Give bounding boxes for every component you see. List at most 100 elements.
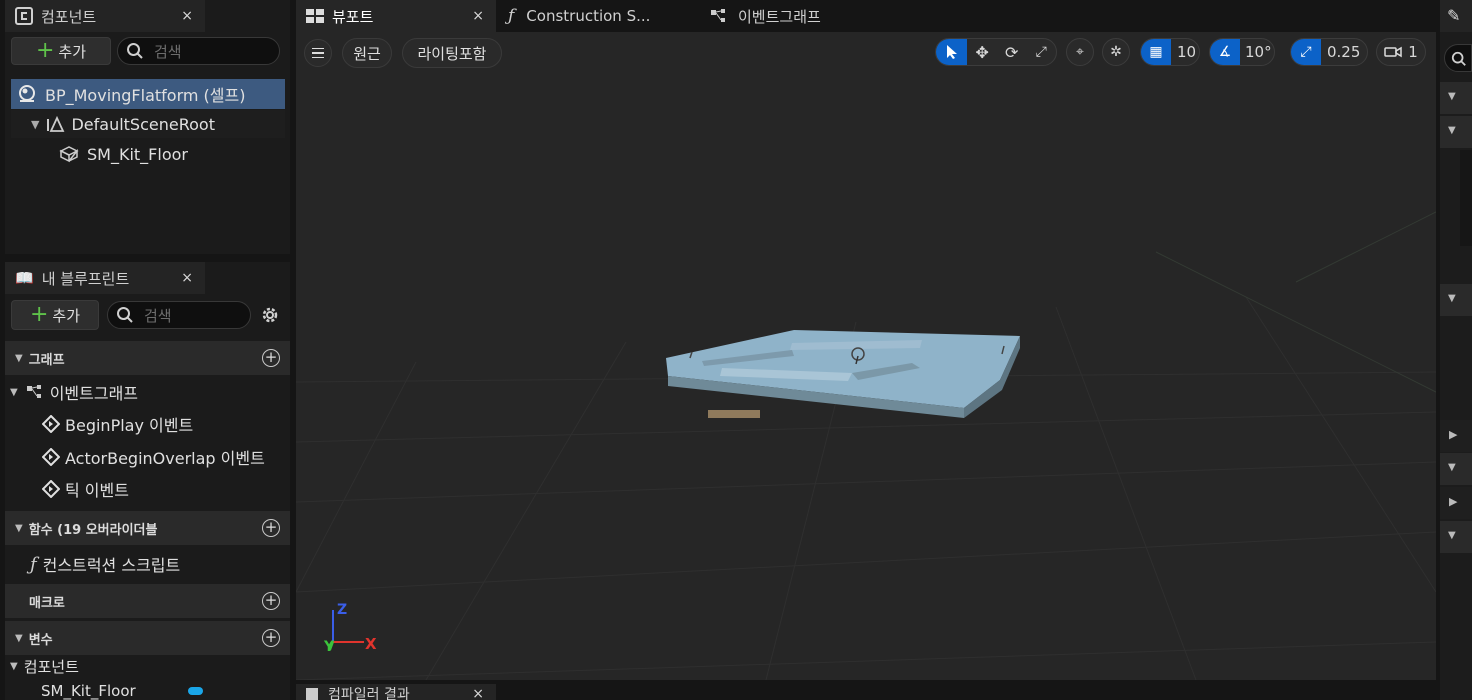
tab-viewport[interactable]: 뷰포트 × xyxy=(296,0,496,32)
tab-compiler-results[interactable]: 컴파일러 결과 × xyxy=(296,684,496,700)
add-variable-icon[interactable]: + xyxy=(262,629,280,647)
event-icon xyxy=(42,448,60,466)
transform-mode-group: ✥ ⟳ ⤢ xyxy=(935,38,1057,66)
add-blueprint-item-button[interactable]: + 추가 xyxy=(11,300,99,330)
lighting-mode-button[interactable]: 라이팅포함 xyxy=(402,38,502,68)
event-graph-item[interactable]: ▼ 이벤트그래프 xyxy=(10,377,138,407)
function-icon: ƒ xyxy=(30,553,37,575)
details-search[interactable] xyxy=(1444,44,1472,72)
section-functions[interactable]: ▼ 함수 (19 오버라이더블 + xyxy=(5,511,290,545)
tab-construction-script[interactable]: ƒ Construction S... xyxy=(498,0,698,32)
axis-x-label: X xyxy=(365,635,377,653)
chevron-down-icon: ▼ xyxy=(1448,91,1456,102)
compiler-results-label: 컴파일러 결과 xyxy=(328,687,410,700)
event-item-tick[interactable]: 틱 이벤트 xyxy=(42,474,129,504)
component-item-label: SM_Kit_Floor xyxy=(87,144,188,164)
details-category-row[interactable]: ▼ xyxy=(1440,284,1472,316)
construction-script-label: 컨스트럭션 스크립트 xyxy=(42,556,181,575)
chevron-down-icon: ▼ xyxy=(10,660,18,672)
scene-root-icon xyxy=(47,115,65,132)
grid-snap-toggle[interactable]: ▦ 10 xyxy=(1140,38,1200,66)
close-icon[interactable]: × xyxy=(472,686,484,700)
variables-components-group[interactable]: ▼ 컴포넌트 xyxy=(10,654,79,678)
grid-icon: ▦ xyxy=(1141,39,1171,65)
components-search-input[interactable]: 검색 xyxy=(117,37,280,65)
event-label: ActorBeginOverlap 이벤트 xyxy=(65,449,265,468)
component-item-sm-kit-floor[interactable]: SM_Kit_Floor xyxy=(11,140,285,168)
chevron-down-icon: ▼ xyxy=(15,522,23,534)
close-icon[interactable]: × xyxy=(181,270,193,286)
tab-my-blueprint[interactable]: 📖 내 블루프린트 × xyxy=(5,262,205,294)
variable-item-sm-kit-floor[interactable]: SM_Kit_Floor xyxy=(41,680,211,700)
section-graph-label: 그래프 xyxy=(28,352,65,368)
event-item-beginplay[interactable]: BeginPlay 이벤트 xyxy=(42,409,193,439)
perspective-button[interactable]: 원근 xyxy=(342,38,392,68)
add-function-icon[interactable]: + xyxy=(262,519,280,537)
component-root-item[interactable]: BP_MovingFlatform (셀프) xyxy=(11,79,285,109)
details-category-row[interactable]: ▼ xyxy=(1440,82,1472,114)
event-label: 틱 이벤트 xyxy=(65,481,129,500)
camera-icon xyxy=(1384,46,1402,58)
coordinate-space-button[interactable]: ⌖ xyxy=(1066,38,1094,66)
section-variables[interactable]: ▼ 변수 + xyxy=(5,621,290,655)
add-component-label: 추가 xyxy=(58,42,87,61)
scale-snap-toggle[interactable]: ⤢ 0.25 xyxy=(1290,38,1368,66)
function-icon: ƒ xyxy=(508,6,515,26)
details-category-row[interactable]: ▼ xyxy=(1440,521,1472,553)
search-icon xyxy=(117,307,133,323)
graph-icon xyxy=(26,385,41,398)
camera-speed-value: 1 xyxy=(1408,43,1418,61)
scale-snap-icon: ⤢ xyxy=(1291,39,1321,65)
chevron-right-icon: ▶ xyxy=(1449,495,1458,508)
tab-event-graph[interactable]: 이벤트그래프 xyxy=(700,0,900,32)
angle-icon: ∡ xyxy=(1210,39,1240,65)
section-graph[interactable]: ▼ 그래프 + xyxy=(5,341,290,375)
scale-icon: ⤢ xyxy=(1035,44,1047,60)
axis-y-label: Y xyxy=(324,639,335,655)
component-item-defaultsceneroot[interactable]: ▼ DefaultSceneRoot xyxy=(11,110,285,138)
translate-mode-button[interactable]: ✥ xyxy=(967,39,997,65)
rotate-mode-button[interactable]: ⟳ xyxy=(997,39,1027,65)
plus-icon: + xyxy=(29,302,49,327)
construction-script-item[interactable]: ƒ 컨스트럭션 스크립트 xyxy=(30,549,180,579)
components-tab-label: 컴포넌트 xyxy=(41,7,97,26)
details-category-row[interactable]: ▼ xyxy=(1440,453,1472,485)
details-category-row[interactable]: ▶ xyxy=(1440,487,1472,519)
section-macro[interactable]: 매크로 + xyxy=(5,584,290,618)
variable-type-pill xyxy=(188,687,203,695)
close-icon[interactable]: × xyxy=(181,8,193,24)
add-graph-icon[interactable]: + xyxy=(262,349,280,367)
book-icon: 📖 xyxy=(15,269,34,287)
cursor-icon xyxy=(946,45,957,59)
blueprint-search-input[interactable]: 검색 xyxy=(107,301,251,329)
event-item-actorbeginoverlap[interactable]: ActorBeginOverlap 이벤트 xyxy=(42,442,265,472)
viewport[interactable]: 원근 라이팅포함 Z X Y xyxy=(296,32,1436,680)
camera-speed-button[interactable]: 1 xyxy=(1376,38,1426,66)
axis-z-label: Z xyxy=(337,602,348,618)
static-mesh-icon xyxy=(59,146,79,163)
event-graph-label: 이벤트그래프 xyxy=(49,384,139,403)
section-functions-label: 함수 (19 오버라이더블 xyxy=(28,522,158,538)
gear-icon[interactable] xyxy=(259,304,281,326)
grid-snap-value: 10 xyxy=(1177,43,1197,61)
close-icon[interactable]: × xyxy=(472,8,484,24)
rotation-snap-toggle[interactable]: ∡ 10° xyxy=(1209,38,1275,66)
select-mode-button[interactable] xyxy=(936,39,968,65)
details-property-row xyxy=(1440,150,1472,246)
surface-snap-button[interactable]: ✲ xyxy=(1102,38,1130,66)
rotation-snap-value: 10° xyxy=(1245,43,1272,61)
pencil-icon: ✎ xyxy=(1447,6,1461,25)
details-category-row[interactable]: ▼ xyxy=(1440,116,1472,148)
world-space-icon: ⌖ xyxy=(1076,44,1084,60)
add-component-button[interactable]: + 추가 xyxy=(11,37,111,65)
tab-components[interactable]: 컴포넌트 × xyxy=(5,0,205,32)
add-macro-icon[interactable]: + xyxy=(262,592,280,610)
scale-mode-button[interactable]: ⤢ xyxy=(1027,39,1057,65)
chevron-down-icon: ▼ xyxy=(31,117,40,131)
details-tab[interactable]: ✎ xyxy=(1440,0,1472,32)
details-category-row[interactable]: ▶ xyxy=(1440,420,1472,452)
variable-label: SM_Kit_Floor xyxy=(41,682,136,700)
search-icon xyxy=(127,43,143,59)
chevron-down-icon: ▼ xyxy=(15,352,23,364)
viewport-options-button[interactable] xyxy=(304,39,332,67)
